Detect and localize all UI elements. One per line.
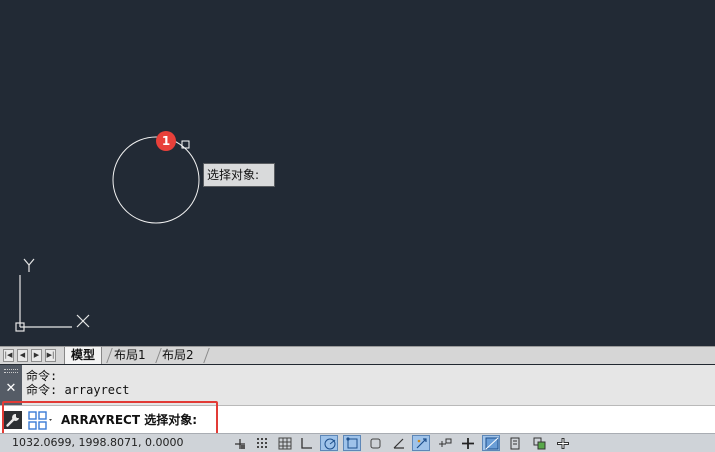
first-tab-icon[interactable]: |◀ (3, 349, 14, 362)
grid-icon[interactable] (275, 435, 293, 451)
coordinate-readout[interactable]: 1032.0699, 1998.8071, 0.0000 (12, 436, 183, 450)
annotation-monitor-icon[interactable] (553, 435, 571, 451)
step-badge: 1 (156, 131, 176, 151)
tab-model[interactable]: 模型 (64, 347, 103, 364)
dyn-icon[interactable] (435, 435, 453, 451)
snap-icon[interactable] (253, 435, 271, 451)
osnap-icon[interactable] (343, 435, 361, 451)
wrench-icon[interactable] (4, 411, 22, 429)
layout-tab-bar: |◀ ◀ ▶ ▶| 模型 布局1 布局2 (0, 346, 715, 364)
ortho-icon[interactable] (297, 435, 315, 451)
history-line: 命令: arrayrect (26, 383, 130, 397)
circle-object (112, 136, 200, 224)
command-line[interactable]: ARRAYRECT 选择对象: (0, 405, 715, 433)
command-window: ✕ 命令: 命令: arrayrect ARRAYRECT 选择对象: (0, 365, 715, 433)
3d-osnap-icon[interactable] (366, 435, 384, 451)
close-icon[interactable]: ✕ (5, 382, 17, 396)
otrack-icon[interactable] (389, 435, 407, 451)
infer-constraints-icon[interactable] (230, 435, 248, 451)
last-tab-icon[interactable]: ▶| (45, 349, 56, 362)
polar-icon[interactable] (320, 435, 338, 451)
tab-layout2[interactable]: 布局2 (156, 347, 200, 364)
tab-divider (203, 348, 210, 363)
lineweight-icon[interactable] (458, 435, 476, 451)
canvas-drawing (15, 136, 200, 332)
transparency-icon[interactable] (482, 435, 500, 451)
quick-properties-icon[interactable] (505, 435, 523, 451)
grip-icon[interactable] (4, 369, 18, 373)
command-history: 命令: 命令: arrayrect (22, 365, 715, 405)
selection-cycling-icon[interactable] (530, 435, 548, 451)
dynamic-input-tooltip: 选择对象: (203, 163, 275, 187)
command-window-handle[interactable]: ✕ (0, 365, 22, 405)
history-line: 命令: (26, 369, 58, 383)
prev-tab-icon[interactable]: ◀ (17, 349, 28, 362)
next-tab-icon[interactable]: ▶ (31, 349, 42, 362)
ucs-icon (15, 258, 90, 332)
ducs-icon[interactable] (412, 435, 430, 451)
status-bar: 1032.0699, 1998.8071, 0.0000 (0, 433, 715, 452)
command-prompt[interactable]: ARRAYRECT 选择对象: (61, 411, 197, 429)
array-rect-icon[interactable] (28, 410, 56, 430)
tab-layout1[interactable]: 布局1 (108, 347, 152, 364)
drawing-canvas[interactable]: 1 选择对象: (0, 0, 715, 346)
